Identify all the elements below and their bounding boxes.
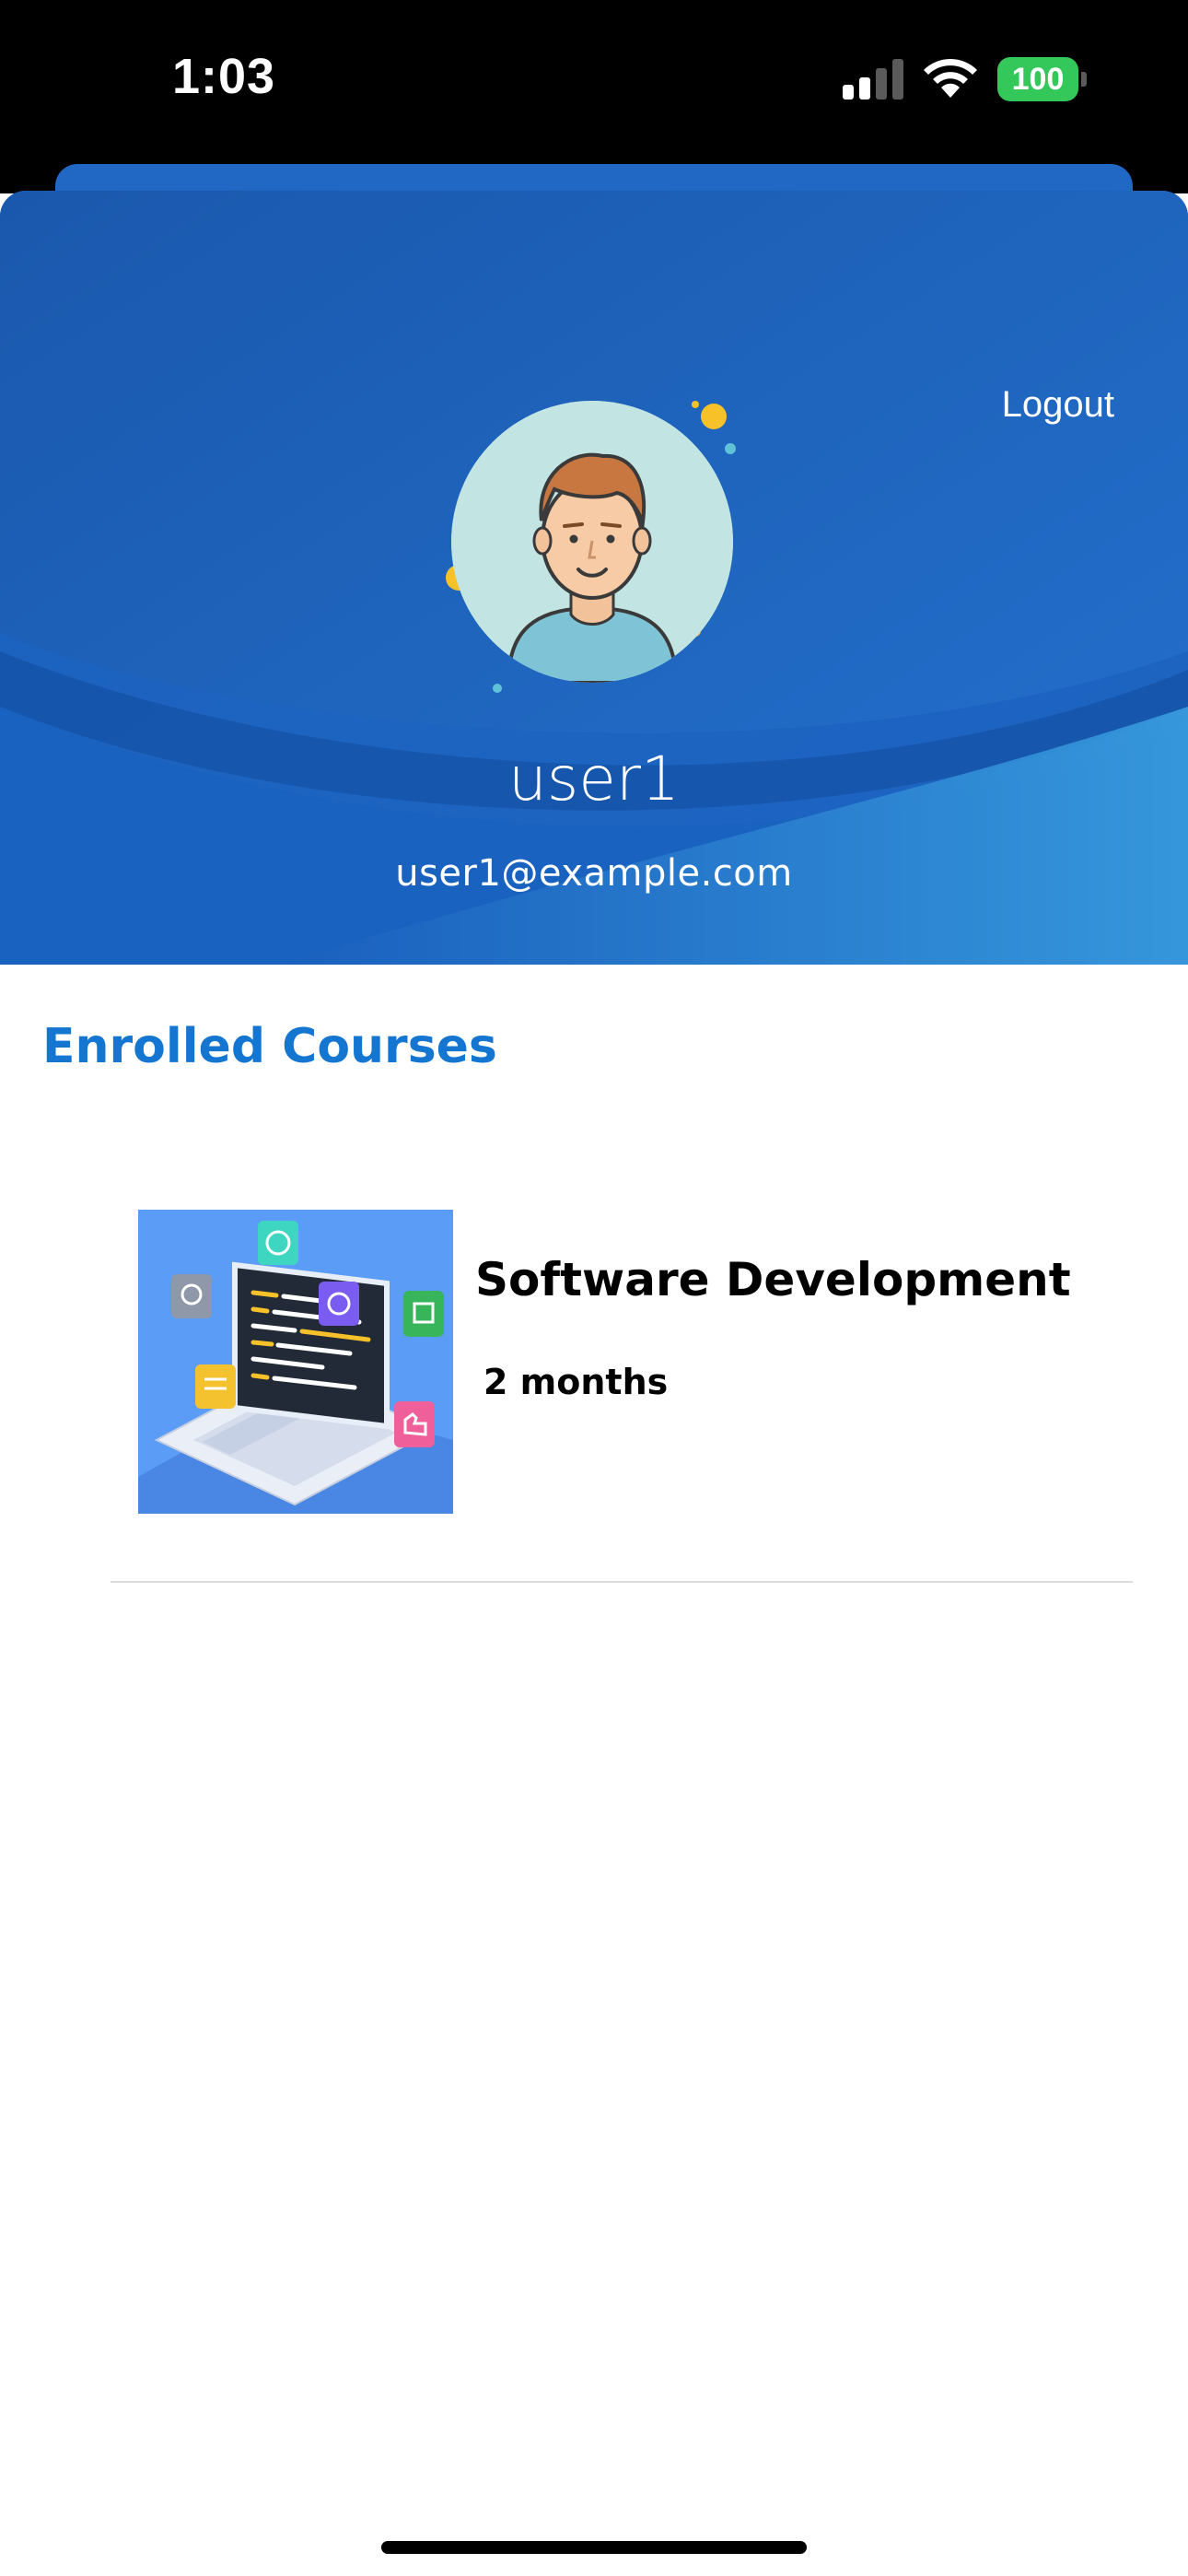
- logout-link[interactable]: Logout: [1002, 384, 1114, 426]
- user-avatar-illustration: [451, 401, 733, 683]
- signal-icon: [843, 59, 903, 100]
- status-time: 1:03: [172, 49, 276, 104]
- user-name: user1: [508, 744, 680, 814]
- user-email: user1@example.com: [395, 852, 793, 895]
- course-divider: [111, 1581, 1133, 1583]
- profile-header: Logout user1 user1@example.com: [0, 191, 1188, 965]
- enrolled-courses-title: Enrolled Courses: [42, 1019, 497, 1074]
- battery-tip: [1081, 72, 1087, 87]
- battery-level: 100: [997, 57, 1078, 101]
- home-indicator[interactable]: [381, 2541, 807, 2554]
- course-list-item[interactable]: Software Development 2 months: [111, 1188, 1133, 1583]
- battery-icon: 100: [997, 57, 1088, 101]
- laptop-code-illustration: [138, 1210, 453, 1514]
- course-title: Software Development: [475, 1253, 1071, 1306]
- course-thumbnail: [138, 1210, 453, 1514]
- avatar: [451, 401, 733, 683]
- course-duration: 2 months: [483, 1362, 669, 1402]
- wifi-icon: [924, 58, 977, 98]
